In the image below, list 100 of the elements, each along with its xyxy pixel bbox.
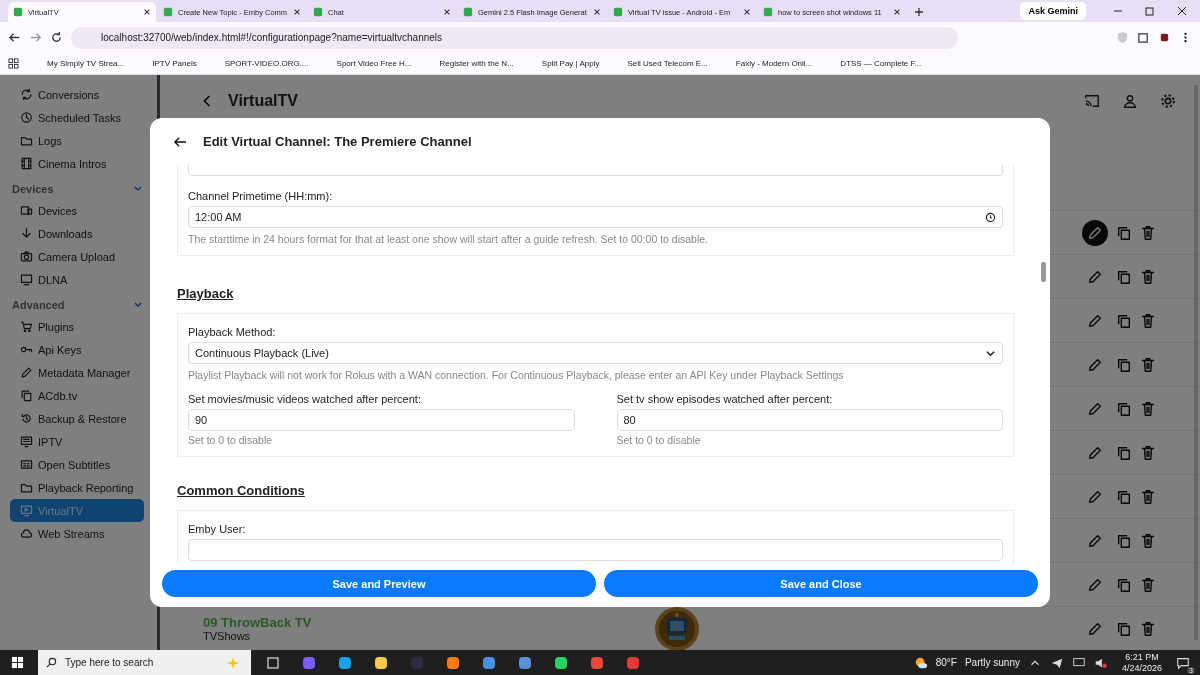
app-icon[interactable] bbox=[481, 654, 497, 671]
pencil-icon bbox=[20, 366, 33, 379]
copy-icon[interactable] bbox=[1116, 488, 1132, 505]
pencil-icon bbox=[1087, 576, 1103, 593]
taskbar-search-field[interactable]: Type here to search bbox=[38, 650, 251, 675]
profile-icon[interactable] bbox=[1158, 31, 1171, 44]
delete-icon[interactable] bbox=[1140, 488, 1156, 505]
clock-date[interactable]: 4/24/2026 bbox=[1121, 662, 1162, 674]
section-heading: Playback bbox=[177, 286, 235, 301]
bookmark[interactable]: SPORT-VIDEO.ORG.... bbox=[210, 59, 309, 68]
restore-icon[interactable] bbox=[1144, 5, 1156, 17]
sidebar-item[interactable]: Logs bbox=[10, 129, 144, 152]
back-icon[interactable] bbox=[8, 31, 21, 44]
sidebar-item[interactable]: Backup & Restore bbox=[10, 407, 144, 430]
save-preview-button[interactable]: Save and Preview bbox=[162, 570, 596, 597]
app-icon[interactable] bbox=[445, 654, 461, 671]
user-icon[interactable] bbox=[1122, 92, 1138, 109]
copy-icon[interactable] bbox=[1116, 268, 1132, 285]
input-field[interactable] bbox=[188, 539, 1003, 561]
time-field[interactable]: 12:00 AM bbox=[188, 206, 1003, 228]
bookmark[interactable]: Faxly - Modern Onli... bbox=[721, 59, 813, 68]
delete-icon[interactable] bbox=[1140, 356, 1156, 373]
section-heading: Common Conditions bbox=[177, 483, 306, 498]
favicon-icon bbox=[163, 7, 173, 17]
close-icon[interactable] bbox=[1176, 5, 1188, 17]
back-arrow-icon[interactable] bbox=[173, 135, 187, 148]
copy-icon[interactable] bbox=[1116, 620, 1132, 637]
field-label: Set movies/music videos watched after percent: bbox=[188, 393, 422, 405]
sidebar-item[interactable]: Playback Reporting bbox=[10, 476, 144, 499]
bookmark[interactable]: Split Pay | Apply bbox=[527, 59, 600, 68]
delete-icon[interactable] bbox=[1140, 532, 1156, 549]
sidebar-item[interactable]: Open Subtitles bbox=[10, 453, 144, 476]
address-field[interactable]: localhost:32700/web/index.html#!/configurationpage?name=virtualtvchannels bbox=[71, 26, 958, 49]
copy-icon[interactable] bbox=[1116, 400, 1132, 417]
close-icon[interactable] bbox=[743, 8, 751, 16]
bookmark[interactable]: Register with the N... bbox=[425, 59, 514, 68]
delete-icon[interactable] bbox=[1140, 268, 1156, 285]
apps-icon[interactable] bbox=[8, 58, 19, 69]
sidebar-item[interactable]: Cinema Intros bbox=[10, 152, 144, 175]
bookmark[interactable]: IPTV Panels bbox=[138, 59, 197, 68]
close-icon[interactable] bbox=[893, 8, 901, 16]
sidebar-item[interactable]: Api Keys bbox=[10, 338, 144, 361]
forward-icon[interactable] bbox=[29, 31, 42, 44]
sidebar-item[interactable]: IPTV bbox=[10, 430, 144, 453]
sidebar-item[interactable]: Conversions bbox=[10, 83, 144, 106]
sidebar-item[interactable]: DLNA bbox=[10, 268, 144, 291]
app-icon[interactable] bbox=[517, 654, 533, 671]
app-icon[interactable] bbox=[337, 654, 353, 671]
delete-icon[interactable] bbox=[1140, 576, 1156, 593]
temperature: 80°F bbox=[935, 657, 957, 668]
app-icon[interactable] bbox=[553, 654, 569, 671]
delete-icon[interactable] bbox=[1140, 620, 1156, 637]
close-icon[interactable] bbox=[143, 8, 151, 16]
delete-icon[interactable] bbox=[1140, 400, 1156, 417]
input-field[interactable]: 80 bbox=[616, 409, 1003, 431]
extensions-icon[interactable] bbox=[1137, 31, 1150, 44]
ask-gemini-button[interactable]: Ask Gemini bbox=[1020, 2, 1086, 20]
close-icon[interactable] bbox=[593, 8, 601, 16]
notifications-icon[interactable] bbox=[1176, 655, 1190, 670]
save-close-button[interactable]: Save and Close bbox=[604, 570, 1038, 597]
edit-button[interactable] bbox=[1082, 219, 1108, 246]
folder-icon bbox=[20, 134, 33, 147]
bookmark[interactable]: Sell Used Telecom E... bbox=[613, 59, 708, 68]
sidebar-item[interactable]: Camera Upload bbox=[10, 245, 144, 268]
sidebar-item[interactable]: Downloads bbox=[10, 222, 144, 245]
sidebar-item[interactable]: Plugins bbox=[10, 315, 144, 338]
clock-time[interactable]: 6:21 PM bbox=[1125, 651, 1159, 663]
weather-icon bbox=[913, 655, 928, 670]
copy-icon[interactable] bbox=[1116, 356, 1132, 373]
reload-icon[interactable] bbox=[50, 31, 63, 44]
sidebar-item[interactable]: Web Streams bbox=[10, 522, 144, 545]
delete-icon[interactable] bbox=[1140, 444, 1156, 461]
bookmark[interactable]: Sport Video Free H... bbox=[322, 59, 412, 68]
sidebar-item[interactable]: Scheduled Tasks bbox=[10, 106, 144, 129]
app-icon[interactable] bbox=[373, 654, 389, 671]
delete-icon[interactable] bbox=[1140, 224, 1156, 241]
close-icon[interactable] bbox=[443, 8, 451, 16]
sidebar-item[interactable]: Metadata Manager bbox=[10, 361, 144, 384]
sidebar-item[interactable]: ACdb.tv bbox=[10, 384, 144, 407]
sidebar-item[interactable]: Devices bbox=[10, 199, 144, 222]
copy-icon[interactable] bbox=[1116, 312, 1132, 329]
weather-text: Partly sunny bbox=[964, 657, 1020, 668]
input-field[interactable]: 90 bbox=[188, 409, 575, 431]
section-heading: Advanced bbox=[12, 299, 65, 311]
playback-method-select[interactable]: Continuous Playback (Live) bbox=[188, 342, 1003, 364]
cast-icon[interactable] bbox=[1084, 92, 1100, 109]
settings-icon[interactable] bbox=[1160, 92, 1176, 109]
copy-icon[interactable] bbox=[1116, 224, 1132, 241]
clock-icon bbox=[985, 211, 996, 223]
close-icon[interactable] bbox=[293, 8, 301, 16]
camera-icon bbox=[20, 250, 33, 263]
bookmark[interactable]: My Simply TV Strea... bbox=[33, 59, 125, 68]
delete-icon[interactable] bbox=[1140, 312, 1156, 329]
windows-start-icon[interactable] bbox=[11, 656, 24, 669]
task-view-icon[interactable] bbox=[265, 654, 281, 671]
bookmark[interactable]: DTSS — Complete F... bbox=[826, 59, 922, 68]
new-tab-icon[interactable] bbox=[914, 7, 924, 17]
copy-icon[interactable] bbox=[1116, 444, 1132, 461]
copy-icon[interactable] bbox=[1116, 532, 1132, 549]
copy-icon[interactable] bbox=[1116, 576, 1132, 593]
